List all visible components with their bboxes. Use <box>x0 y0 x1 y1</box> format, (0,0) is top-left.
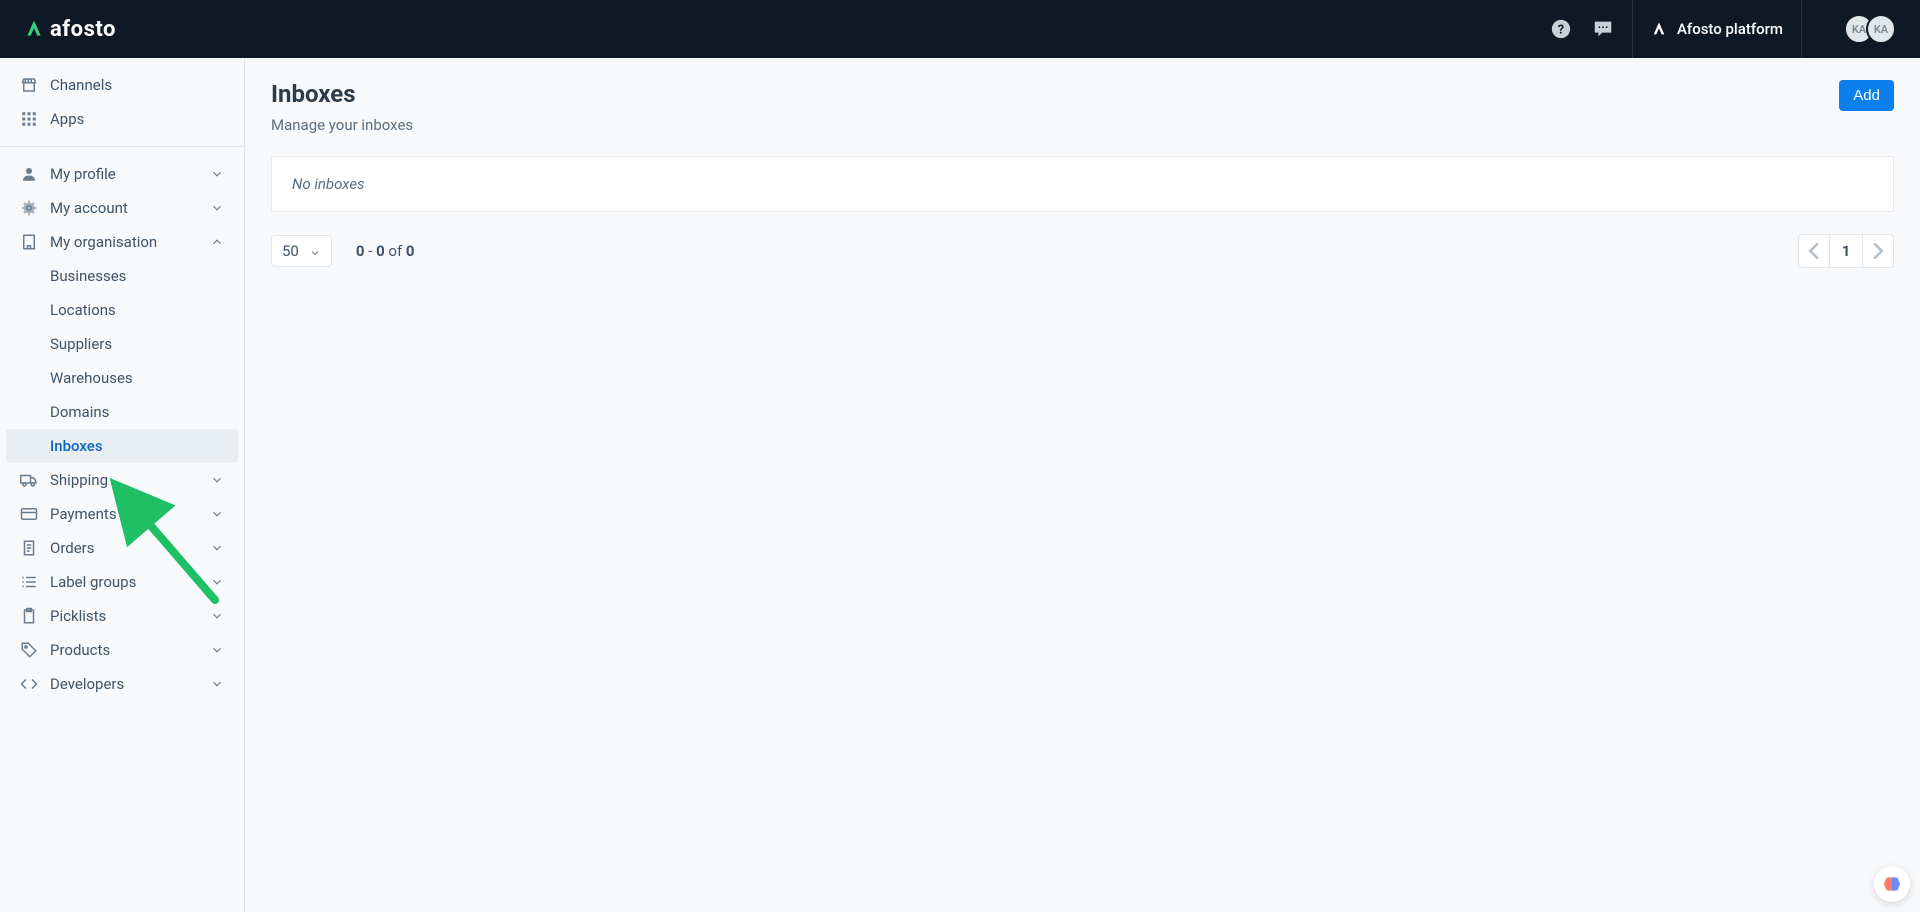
logo-text: afosto <box>50 17 116 42</box>
page-info: 0 - 0 of 0 <box>356 242 415 260</box>
next-page-button[interactable] <box>1862 234 1894 268</box>
sidebar-sub-businesses[interactable]: Businesses <box>6 259 238 293</box>
list-icon <box>20 573 38 591</box>
add-button[interactable]: Add <box>1839 80 1894 111</box>
prev-page-button[interactable] <box>1798 234 1830 268</box>
clipboard-icon <box>20 607 38 625</box>
sidebar-item-my-organisation[interactable]: My organisation <box>6 225 238 259</box>
page-title: Inboxes <box>271 80 413 108</box>
sidebar-item-label: Picklists <box>50 607 198 625</box>
page-subtitle: Manage your inboxes <box>271 116 413 134</box>
sidebar-item-label: Channels <box>50 76 224 94</box>
chevron-down-icon <box>210 541 224 555</box>
sidebar-sub-domains[interactable]: Domains <box>6 395 238 429</box>
help-widget-button[interactable] <box>1874 866 1910 902</box>
empty-state: No inboxes <box>271 156 1894 212</box>
chat-icon[interactable] <box>1592 18 1614 40</box>
code-icon <box>20 675 38 693</box>
gear-icon <box>20 199 38 217</box>
logo[interactable]: afosto <box>24 17 116 42</box>
sidebar-item-picklists[interactable]: Picklists <box>6 599 238 633</box>
sidebar: Channels Apps My profile My account My o… <box>0 58 245 912</box>
avatars[interactable]: KA KA <box>1844 14 1896 44</box>
user-icon <box>20 165 38 183</box>
pagination: 1 <box>1798 234 1894 268</box>
sidebar-sub-warehouses[interactable]: Warehouses <box>6 361 238 395</box>
platform-link-label: Afosto platform <box>1677 20 1783 38</box>
chevron-down-icon <box>210 473 224 487</box>
sidebar-item-my-account[interactable]: My account <box>6 191 238 225</box>
sidebar-item-label: My profile <box>50 165 198 183</box>
chevron-down-icon <box>210 609 224 623</box>
grid-icon <box>20 110 38 128</box>
chevron-up-icon <box>210 235 224 249</box>
svg-text:?: ? <box>1558 23 1564 38</box>
logo-mark-icon <box>24 19 44 39</box>
storefront-icon <box>20 76 38 94</box>
sidebar-item-orders[interactable]: Orders <box>6 531 238 565</box>
chevron-down-icon <box>210 167 224 181</box>
sidebar-item-label: Payments <box>50 505 198 523</box>
credit-card-icon <box>20 505 38 523</box>
receipt-icon <box>20 539 38 557</box>
sidebar-item-label: Apps <box>50 110 224 128</box>
page-size-select[interactable]: 50 <box>271 235 332 267</box>
sidebar-item-products[interactable]: Products <box>6 633 238 667</box>
sidebar-item-shipping[interactable]: Shipping <box>6 463 238 497</box>
chevron-down-icon <box>210 201 224 215</box>
sidebar-item-label: Orders <box>50 539 198 557</box>
sidebar-item-developers[interactable]: Developers <box>6 667 238 701</box>
chevron-down-icon <box>210 575 224 589</box>
sidebar-item-my-profile[interactable]: My profile <box>6 157 238 191</box>
brain-icon <box>1882 874 1902 894</box>
sidebar-item-label: Developers <box>50 675 198 693</box>
truck-icon <box>20 471 38 489</box>
page-number: 1 <box>1830 234 1862 268</box>
sidebar-item-apps[interactable]: Apps <box>6 102 238 136</box>
sidebar-item-label: Label groups <box>50 573 198 591</box>
sidebar-item-label: Products <box>50 641 198 659</box>
tag-icon <box>20 641 38 659</box>
sidebar-item-payments[interactable]: Payments <box>6 497 238 531</box>
help-icon[interactable]: ? <box>1550 18 1572 40</box>
page-size-value: 50 <box>282 242 299 260</box>
sidebar-sub-inboxes[interactable]: Inboxes <box>6 429 238 463</box>
chevron-down-icon <box>210 677 224 691</box>
sidebar-sub-suppliers[interactable]: Suppliers <box>6 327 238 361</box>
sidebar-sub-locations[interactable]: Locations <box>6 293 238 327</box>
building-icon <box>20 233 38 251</box>
sidebar-item-label: Shipping <box>50 471 198 489</box>
avatar: KA <box>1866 14 1896 44</box>
logo-mark-small-icon <box>1651 21 1667 37</box>
chevron-down-icon <box>309 245 321 257</box>
chevron-down-icon <box>210 507 224 521</box>
sidebar-item-channels[interactable]: Channels <box>6 68 238 102</box>
platform-link[interactable]: Afosto platform <box>1651 20 1783 38</box>
sidebar-item-label-groups[interactable]: Label groups <box>6 565 238 599</box>
sidebar-item-label: My account <box>50 199 198 217</box>
sidebar-item-label: My organisation <box>50 233 198 251</box>
chevron-down-icon <box>210 643 224 657</box>
